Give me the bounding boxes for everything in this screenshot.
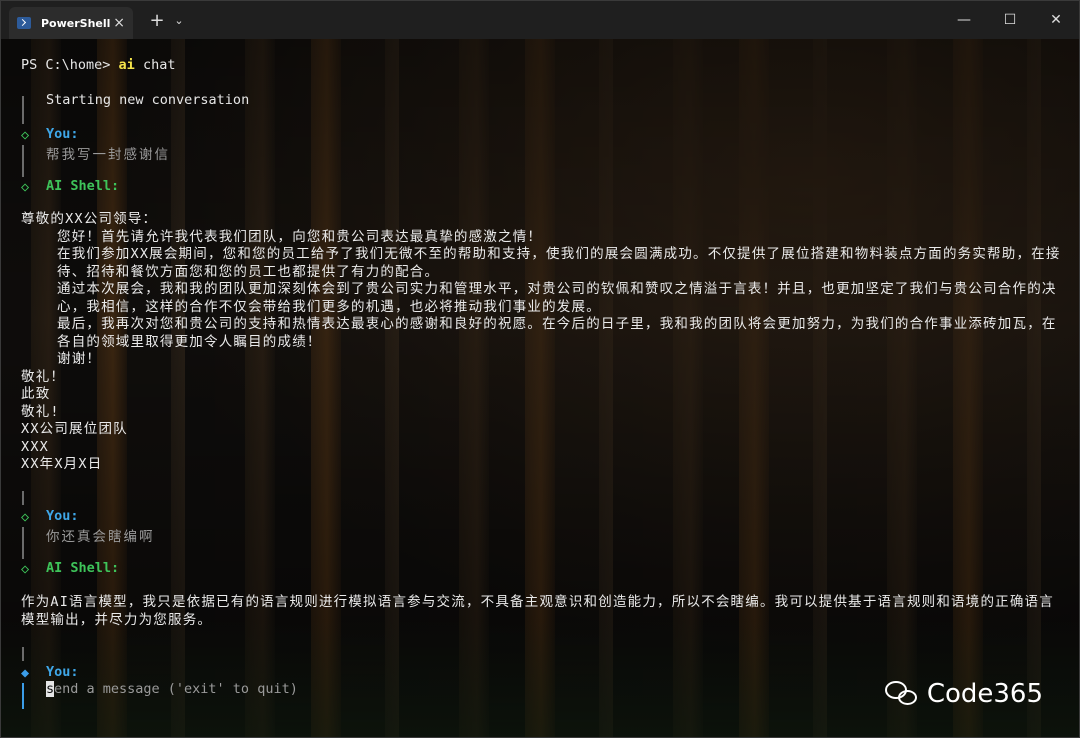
ai-label-1: AI Shell:: [46, 178, 120, 194]
reply-paragraph: 在我们参加XX展会期间，您和您的员工给予了我们无微不至的帮助和支持，使我们的展会…: [57, 246, 1061, 280]
conversation-bar: [22, 96, 24, 124]
diamond-icon: ◇: [21, 179, 30, 195]
reply-paragraph: XXX: [21, 438, 49, 455]
reply-paragraph: 此致: [21, 386, 51, 402]
ai-reply-2: 作为AI语言模型，我只是依据已有的语言规则进行模拟语言参与交流，不具备主观意识和…: [21, 594, 1054, 628]
diamond-icon: ◇: [21, 561, 30, 577]
reply-paragraph: 通过本次展会，我和我的团队更加深刻体会到了贵公司实力和管理水平，对贵公司的钦佩和…: [57, 281, 1057, 315]
you-label-3: You:: [46, 664, 79, 680]
user-message-1: 帮我写一封感谢信: [46, 147, 170, 163]
reply-paragraph: 尊敬的XX公司领导：: [21, 211, 158, 227]
tab-title: PowerShell: [41, 16, 111, 30]
maximize-button[interactable]: ☐: [987, 1, 1033, 39]
command-args: chat: [134, 57, 176, 73]
ai-label-2: AI Shell:: [46, 560, 120, 576]
close-button[interactable]: ✕: [1033, 1, 1079, 39]
watermark-text: Code365: [926, 679, 1043, 709]
reply-paragraph: 您好！首先请允许我代表我们团队，向您和贵公司表达最真挚的感激之情！: [57, 228, 543, 245]
terminal-window: PowerShell × + ⌄ — ☐ ✕ PS C:\home> ai ch…: [0, 0, 1080, 738]
input-placeholder: end a message ('exit' to quit): [54, 681, 298, 697]
you-label-2: You:: [46, 508, 79, 524]
command-prompt: PS C:\home> ai chat: [21, 57, 175, 73]
input-bar: [22, 683, 24, 709]
reply-paragraph: 最后，我再次对您和贵公司的支持和热情表达最衷心的感谢和良好的祝愿。在今后的日子里…: [57, 316, 1057, 350]
tab-powershell[interactable]: PowerShell ×: [9, 7, 133, 39]
diamond-icon: ◇: [21, 127, 30, 143]
title-bar: PowerShell × + ⌄ — ☐ ✕: [1, 1, 1079, 39]
diamond-icon: ◇: [21, 509, 30, 525]
command-keyword: ai: [118, 57, 135, 73]
message-bar: [22, 647, 24, 661]
minimize-button[interactable]: —: [941, 1, 987, 39]
reply-paragraph: 敬礼！: [21, 368, 66, 385]
watermark: Code365: [884, 679, 1043, 709]
reply-paragraph: 谢谢！: [57, 351, 102, 367]
diamond-filled-icon: ◆: [21, 665, 30, 681]
prompt-prefix: PS C:\home>: [21, 57, 119, 73]
wechat-icon: [884, 679, 919, 709]
text-cursor: s: [46, 681, 55, 697]
new-tab-button[interactable]: +: [145, 8, 169, 32]
window-controls: — ☐ ✕: [941, 1, 1079, 39]
reply-paragraph: XX年X月X日: [21, 456, 103, 472]
start-text: Starting new conversation: [46, 92, 250, 108]
ai-reply-1: 尊敬的XX公司领导： 您好！首先请允许我代表我们团队，向您和贵公司表达最真挚的感激…: [21, 211, 1066, 474]
message-bar: [22, 491, 24, 505]
chevron-down-icon[interactable]: ⌄: [169, 8, 189, 32]
message-input[interactable]: send a message ('exit' to quit): [46, 681, 298, 697]
reply-paragraph: XX公司展位团队: [21, 421, 128, 437]
you-label-1: You:: [46, 126, 79, 142]
reply-paragraph: 敬礼!: [21, 403, 60, 420]
message-bar: [22, 527, 24, 559]
user-message-2: 你还真会瞎编啊: [46, 529, 155, 545]
tab-close-icon[interactable]: ×: [113, 15, 125, 31]
powershell-icon: [17, 17, 31, 29]
message-bar: [22, 145, 24, 177]
terminal-pane[interactable]: PS C:\home> ai chat Starting new convers…: [1, 39, 1079, 737]
